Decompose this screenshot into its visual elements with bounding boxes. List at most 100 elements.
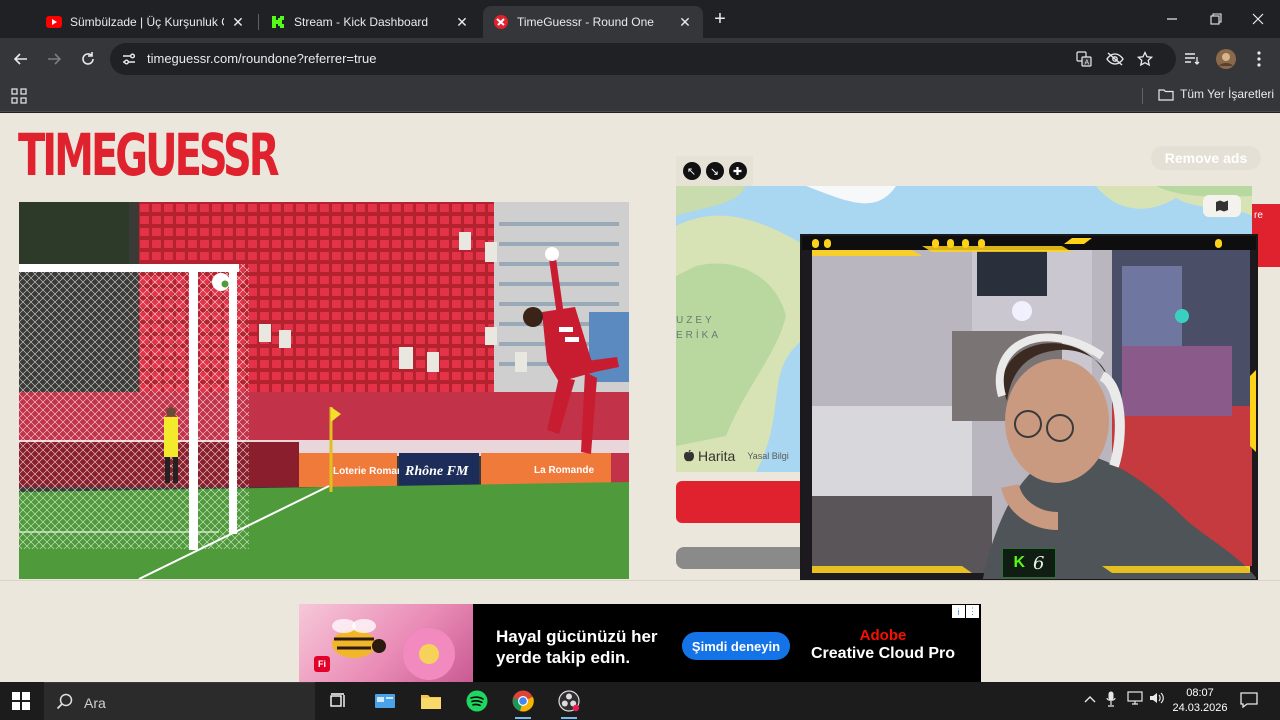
taskbar-app-explorer-panel[interactable] bbox=[369, 686, 401, 716]
window-app-icon bbox=[375, 694, 395, 708]
notification-center-icon[interactable] bbox=[1240, 692, 1258, 708]
forward-arrow-icon bbox=[48, 53, 62, 65]
webcam-feed bbox=[802, 236, 1256, 579]
chrome-icon bbox=[512, 690, 534, 712]
shrink-map-icon[interactable]: ↘ bbox=[705, 162, 724, 180]
ad-headline-line2: yerde takip edin. bbox=[496, 648, 631, 667]
map-legal-link[interactable]: Yasal Bilgi bbox=[747, 451, 788, 461]
restore-icon bbox=[1210, 13, 1222, 25]
overlay-light bbox=[812, 239, 819, 248]
chevron-up-icon bbox=[1084, 696, 1096, 703]
ad-choices[interactable]: i ⋮ bbox=[952, 605, 979, 618]
bookmark-separator bbox=[1142, 88, 1143, 104]
guess-button[interactable] bbox=[676, 481, 816, 523]
windows-start-icon[interactable] bbox=[12, 692, 30, 710]
taskbar-file-explorer[interactable] bbox=[415, 686, 447, 716]
show-hidden-icons[interactable] bbox=[1084, 691, 1096, 706]
map-label-line1: UZEY bbox=[676, 315, 715, 326]
address-bar[interactable]: timeguessr.com/roundone?referrer=true A bbox=[110, 43, 1176, 75]
overlay-light bbox=[962, 239, 969, 248]
minimize-icon bbox=[1167, 18, 1177, 20]
kick-logo-icon: K bbox=[1013, 554, 1026, 571]
ad-board-la-romande: La Romande bbox=[534, 465, 594, 476]
ad-board-rhone: Rhône FM bbox=[404, 464, 469, 479]
apps-grid-icon[interactable] bbox=[11, 88, 27, 104]
map-attribution: Harita Yasal Bilgi bbox=[684, 448, 789, 464]
eye-off-icon[interactable] bbox=[1106, 50, 1124, 68]
bookmarks-bar: Tüm Yer İşaretleri bbox=[0, 80, 1280, 112]
webcam-overlay: K 6 bbox=[800, 234, 1258, 581]
ad-brand: Adobe Creative Cloud Pro bbox=[808, 628, 958, 664]
ad-headline-line1: Hayal gücünüzü her bbox=[496, 627, 658, 646]
bookmark-star-icon[interactable] bbox=[1136, 50, 1154, 68]
ad-close-icon[interactable]: ⋮ bbox=[966, 605, 979, 618]
profile-avatar[interactable] bbox=[1215, 48, 1237, 70]
close-tab-icon[interactable]: ✕ bbox=[230, 14, 246, 31]
map-layers-button[interactable] bbox=[1203, 195, 1241, 217]
browser-toolbar: timeguessr.com/roundone?referrer=true A bbox=[0, 38, 1280, 80]
expand-map-icon[interactable]: ↖ bbox=[682, 162, 701, 180]
close-window-button[interactable] bbox=[1236, 0, 1280, 38]
overlay-light bbox=[978, 239, 985, 248]
year-slider-track[interactable] bbox=[676, 547, 816, 569]
reload-button[interactable] bbox=[75, 46, 101, 72]
search-placeholder: Ara bbox=[84, 695, 106, 711]
close-tab-icon[interactable]: ✕ bbox=[454, 14, 470, 31]
spotify-icon bbox=[466, 690, 488, 712]
taskbar-search[interactable]: Ara bbox=[44, 682, 315, 720]
ad-product-name: Creative Cloud Pro bbox=[810, 645, 956, 662]
adobe-banner-ad[interactable]: Fi Hayal gücünüzü her yerde takip edin. … bbox=[299, 604, 981, 682]
pin-map-icon[interactable]: ✚ bbox=[728, 162, 747, 180]
taskbar-spotify[interactable] bbox=[461, 686, 493, 716]
microphone-icon[interactable] bbox=[1106, 691, 1116, 710]
remove-ads-button[interactable]: Remove ads bbox=[1151, 146, 1261, 170]
viewer-count: 6 bbox=[1033, 552, 1045, 574]
forward-button[interactable] bbox=[41, 46, 67, 72]
youtube-icon bbox=[46, 14, 62, 30]
minimize-button[interactable] bbox=[1150, 0, 1194, 38]
round-photo: Loterie Romande Rhône FM La Romande bbox=[19, 202, 629, 579]
close-icon bbox=[1252, 13, 1264, 25]
ad-info-icon[interactable]: i bbox=[952, 605, 965, 618]
reading-list-icon[interactable] bbox=[1181, 48, 1203, 70]
all-bookmarks-label: Tüm Yer İşaretleri bbox=[1180, 87, 1275, 101]
all-bookmarks-button[interactable]: Tüm Yer İşaretleri bbox=[1158, 87, 1274, 101]
adobe-logo-text: Adobe bbox=[859, 627, 907, 644]
obs-icon bbox=[558, 690, 580, 712]
folder-icon bbox=[1158, 88, 1174, 101]
site-info-icon[interactable] bbox=[120, 50, 138, 68]
side-panel-tab-label: re bbox=[1254, 210, 1263, 221]
taskbar-obs[interactable] bbox=[553, 686, 585, 719]
overlay-light bbox=[1215, 239, 1222, 248]
back-button[interactable] bbox=[8, 46, 34, 72]
tab-sumbulzade[interactable]: Sümbülzade | Üç Kurşunluk Operasyon ✕ bbox=[36, 6, 256, 38]
svg-text:A: A bbox=[1085, 60, 1090, 67]
volume-icon[interactable] bbox=[1149, 691, 1165, 708]
timeguessr-page: TIMEGUESSR Loterie Romande Rhône FM La R… bbox=[0, 113, 1280, 682]
tab-timeguessr[interactable]: TimeGuessr - Round One ✕ bbox=[483, 6, 703, 38]
close-tab-icon[interactable]: ✕ bbox=[677, 14, 693, 31]
task-view-button[interactable] bbox=[322, 686, 354, 716]
taskbar-clock[interactable]: 08:07 24.03.2026 bbox=[1170, 686, 1230, 716]
kick-icon bbox=[270, 14, 286, 30]
windows-taskbar: Ara 08:07 24.03.2026 bbox=[0, 682, 1280, 720]
tab-title: TimeGuessr - Round One bbox=[517, 15, 654, 29]
overlay-light bbox=[824, 239, 831, 248]
url-text[interactable]: timeguessr.com/roundone?referrer=true bbox=[147, 51, 376, 66]
tab-kick-dashboard[interactable]: Stream - Kick Dashboard ✕ bbox=[260, 6, 480, 38]
map-icon bbox=[1216, 200, 1228, 212]
ad-cta-button[interactable]: Şimdi deneyin bbox=[682, 632, 790, 660]
network-icon[interactable] bbox=[1127, 691, 1143, 708]
browser-menu-icon[interactable] bbox=[1248, 48, 1270, 70]
map-continent-label: UZEY ERİKA bbox=[676, 313, 721, 343]
tab-title: Sümbülzade | Üç Kurşunluk Operasyon bbox=[70, 15, 224, 29]
browser-tab-strip: Sümbülzade | Üç Kurşunluk Operasyon ✕ St… bbox=[0, 0, 1280, 38]
taskbar-chrome[interactable] bbox=[507, 686, 539, 719]
timeguessr-logo[interactable]: TIMEGUESSR bbox=[18, 123, 280, 190]
translate-icon[interactable]: A bbox=[1075, 50, 1093, 68]
map-brand: Harita bbox=[698, 448, 736, 464]
overlay-light bbox=[932, 239, 939, 248]
timeguessr-icon bbox=[493, 14, 509, 30]
new-tab-button[interactable]: + bbox=[708, 8, 732, 32]
restore-button[interactable] bbox=[1194, 0, 1238, 38]
